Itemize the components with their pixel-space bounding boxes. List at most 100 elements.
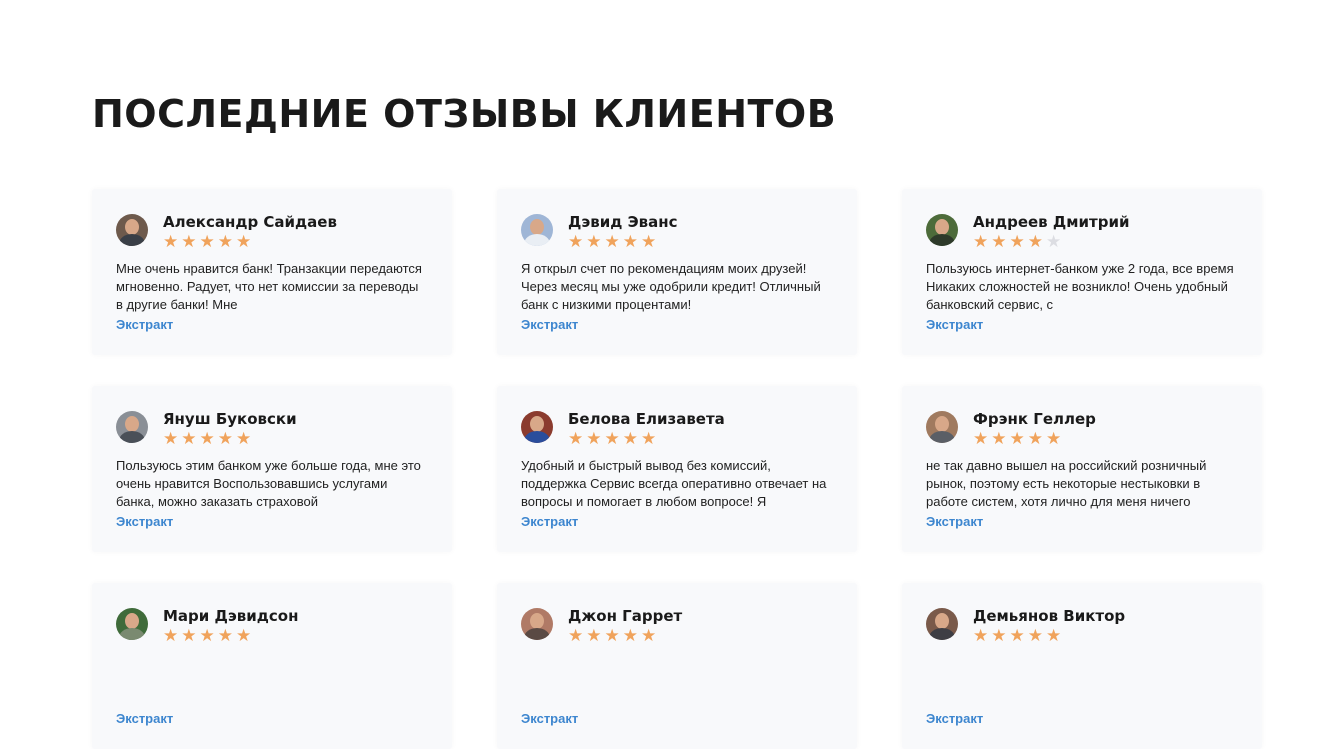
review-text	[521, 654, 833, 708]
review-text	[926, 654, 1238, 708]
avatar-body	[929, 234, 955, 246]
avatar-face	[935, 416, 949, 432]
review-text: Мне очень нравится банк! Транзакции пере…	[116, 261, 422, 312]
review-meta: Александр Сайдаев ★ ★ ★ ★ ★	[163, 213, 337, 251]
review-header: Демьянов Виктор ★ ★ ★ ★ ★	[926, 607, 1238, 645]
avatar-body	[119, 431, 145, 443]
avatar-body	[524, 628, 550, 640]
reviews-grid: Александр Сайдаев ★ ★ ★ ★ ★ Мне очень нравит…	[92, 189, 1262, 749]
star-icon: ★	[163, 626, 179, 645]
read-more-link[interactable]: Экстракт	[521, 711, 578, 726]
review-card: Фрэнк Геллер ★ ★ ★ ★ ★ не так давно вышел на…	[902, 386, 1262, 552]
star-icon: ★	[1027, 429, 1043, 448]
star-icon: ★	[163, 429, 179, 448]
avatar	[116, 411, 148, 443]
review-text: Я открыл счет по рекомендациям моих друз…	[521, 261, 821, 312]
avatar	[521, 411, 553, 443]
star-icon: ★	[641, 232, 657, 251]
star-icon: ★	[236, 429, 252, 448]
review-card: Януш Буковски ★ ★ ★ ★ ★ Пользуюсь этим банко…	[92, 386, 452, 552]
avatar-face	[530, 613, 544, 629]
reviewer-name: Мари Дэвидсон	[163, 607, 299, 625]
review-card: Дэвид Эванс ★ ★ ★ ★ ★ Я открыл счет по реком…	[497, 189, 857, 355]
review-meta: Фрэнк Геллер ★ ★ ★ ★ ★	[973, 410, 1096, 448]
review-meta: Демьянов Виктор ★ ★ ★ ★ ★	[973, 607, 1125, 645]
star-icon: ★	[217, 232, 233, 251]
star-rating: ★ ★ ★ ★ ★	[568, 627, 682, 645]
review-header: Джон Гаррет ★ ★ ★ ★ ★	[521, 607, 833, 645]
avatar	[521, 608, 553, 640]
reviewer-name: Демьянов Виктор	[973, 607, 1126, 625]
avatar-face	[530, 219, 544, 235]
avatar	[116, 214, 148, 246]
avatar-face	[125, 219, 139, 235]
read-more-link[interactable]: Экстракт	[926, 317, 983, 332]
review-meta: Белова Елизавета ★ ★ ★ ★ ★	[568, 410, 725, 448]
star-icon: ★	[604, 232, 620, 251]
read-more-link[interactable]: Экстракт	[116, 317, 173, 332]
star-icon: ★	[236, 232, 252, 251]
star-icon: ★	[604, 429, 620, 448]
star-icon: ★	[199, 429, 215, 448]
avatar	[926, 411, 958, 443]
review-card: Белова Елизавета ★ ★ ★ ★ ★ Удобный и быстрый…	[497, 386, 857, 552]
reviews-page: ПОСЛЕДНИЕ ОТЗЫВЫ КЛИЕНТОВ Александр Сайд…	[0, 0, 1331, 749]
review-card: Андреев Дмитрий ★ ★ ★ ★ ★ Пользуюсь интернет…	[902, 189, 1262, 355]
review-meta: Джон Гаррет ★ ★ ★ ★ ★	[568, 607, 682, 645]
star-icon: ★	[973, 626, 989, 645]
star-rating: ★ ★ ★ ★ ★	[568, 233, 677, 251]
avatar-face	[125, 416, 139, 432]
review-text	[116, 654, 428, 708]
avatar-body	[929, 628, 955, 640]
star-icon: ★	[163, 232, 179, 251]
star-icon: ★	[586, 232, 602, 251]
star-icon: ★	[568, 232, 584, 251]
avatar-body	[524, 431, 550, 443]
read-more-link[interactable]: Экстракт	[521, 514, 578, 529]
star-icon: ★	[199, 626, 215, 645]
review-meta: Андреев Дмитрий ★ ★ ★ ★ ★	[973, 213, 1129, 251]
reviewer-name: Джон Гаррет	[568, 607, 683, 625]
avatar-body	[929, 431, 955, 443]
star-icon: ★	[568, 626, 584, 645]
review-header: Андреев Дмитрий ★ ★ ★ ★ ★	[926, 213, 1238, 251]
avatar	[926, 608, 958, 640]
review-card: Демьянов Виктор ★ ★ ★ ★ ★ Экстракт	[902, 583, 1262, 749]
reviewer-name: Фрэнк Геллер	[973, 410, 1096, 428]
reviewer-name: Андреев Дмитрий	[973, 213, 1130, 231]
reviewer-name: Александр Сайдаев	[163, 213, 337, 231]
review-text: Пользуюсь интернет-банком уже 2 года, вс…	[926, 261, 1234, 312]
review-text: Удобный и быстрый вывод без комиссий, по…	[521, 458, 827, 509]
star-rating: ★ ★ ★ ★ ★	[973, 233, 1129, 251]
star-icon: ★	[1046, 232, 1062, 251]
star-icon: ★	[181, 626, 197, 645]
review-card: Мари Дэвидсон ★ ★ ★ ★ ★ Экстракт	[92, 583, 452, 749]
star-icon: ★	[236, 626, 252, 645]
review-text: не так давно вышел на российский розничн…	[926, 458, 1207, 509]
star-icon: ★	[181, 232, 197, 251]
avatar-face	[125, 613, 139, 629]
star-icon: ★	[1009, 626, 1025, 645]
star-rating: ★ ★ ★ ★ ★	[973, 627, 1125, 645]
star-icon: ★	[1046, 429, 1062, 448]
avatar	[521, 214, 553, 246]
read-more-link[interactable]: Экстракт	[926, 711, 983, 726]
read-more-link[interactable]: Экстракт	[116, 514, 173, 529]
star-icon: ★	[991, 626, 1007, 645]
review-header: Белова Елизавета ★ ★ ★ ★ ★	[521, 410, 833, 448]
review-header: Януш Буковски ★ ★ ★ ★ ★	[116, 410, 428, 448]
read-more-link[interactable]: Экстракт	[926, 514, 983, 529]
read-more-link[interactable]: Экстракт	[116, 711, 173, 726]
read-more-link[interactable]: Экстракт	[521, 317, 578, 332]
star-icon: ★	[622, 429, 638, 448]
star-icon: ★	[973, 232, 989, 251]
star-icon: ★	[586, 626, 602, 645]
star-icon: ★	[1009, 232, 1025, 251]
star-icon: ★	[973, 429, 989, 448]
review-meta: Мари Дэвидсон ★ ★ ★ ★ ★	[163, 607, 298, 645]
star-rating: ★ ★ ★ ★ ★	[973, 430, 1096, 448]
star-icon: ★	[1046, 626, 1062, 645]
star-rating: ★ ★ ★ ★ ★	[163, 430, 297, 448]
avatar-face	[935, 613, 949, 629]
section-title: ПОСЛЕДНИЕ ОТЗЫВЫ КЛИЕНТОВ	[92, 92, 837, 136]
